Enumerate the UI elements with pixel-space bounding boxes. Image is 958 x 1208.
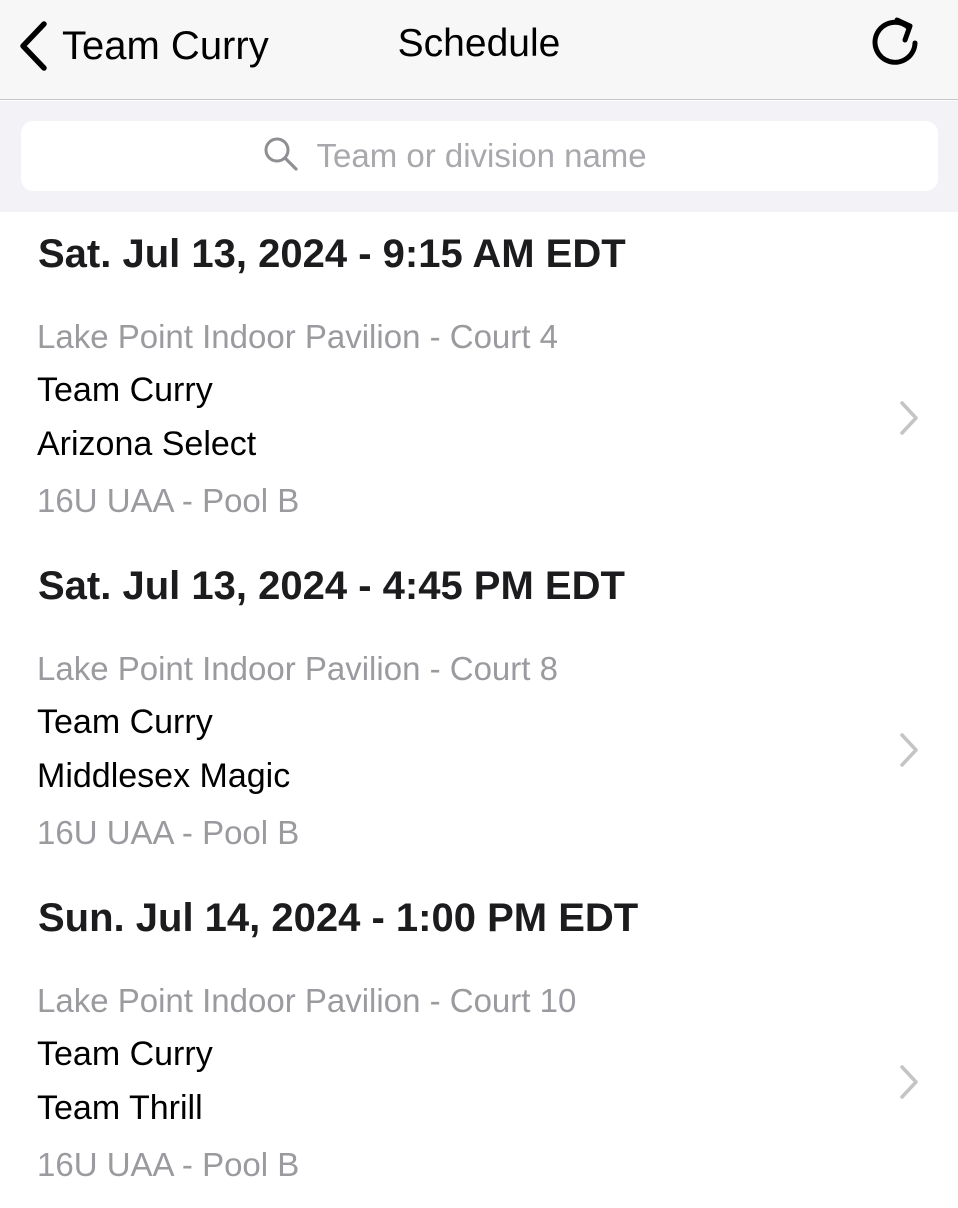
game-division: 16U UAA - Pool B <box>37 814 300 851</box>
schedule-list: Sat. Jul 13, 2024 - 9:15 AM EDT Lake Poi… <box>0 212 958 1208</box>
chevron-right-icon <box>898 400 920 441</box>
game-team-away: Team Thrill <box>37 1089 203 1127</box>
game-location: Lake Point Indoor Pavilion - Court 10 <box>37 982 577 1019</box>
search-input[interactable] <box>316 137 697 175</box>
page-title: Schedule <box>397 22 561 65</box>
game-row[interactable]: Sat. Jul 13, 2024 - 4:45 PM EDT Lake Poi… <box>0 544 958 876</box>
search-bar[interactable] <box>21 121 938 191</box>
chevron-right-icon <box>898 732 920 773</box>
game-team-away: Arizona Select <box>37 425 257 463</box>
back-button[interactable]: Team Curry <box>18 18 269 74</box>
back-button-label: Team Curry <box>62 23 269 68</box>
refresh-icon <box>866 17 924 76</box>
game-row[interactable]: Sun. Jul 14, 2024 - 1:00 PM EDT Lake Poi… <box>0 876 958 1208</box>
chevron-right-icon <box>898 1064 920 1105</box>
search-area <box>0 101 958 212</box>
navigation-bar: Team Curry Schedule <box>0 0 958 100</box>
game-location: Lake Point Indoor Pavilion - Court 4 <box>37 318 558 355</box>
game-team-home: Team Curry <box>37 371 213 409</box>
game-datetime: Sun. Jul 14, 2024 - 1:00 PM EDT <box>38 896 639 940</box>
game-team-home: Team Curry <box>37 703 213 741</box>
game-location: Lake Point Indoor Pavilion - Court 8 <box>37 650 558 687</box>
game-division: 16U UAA - Pool B <box>37 482 300 519</box>
game-datetime: Sat. Jul 13, 2024 - 9:15 AM EDT <box>38 232 626 276</box>
game-team-home: Team Curry <box>37 1035 213 1073</box>
game-division: 16U UAA - Pool B <box>37 1146 300 1183</box>
chevron-left-icon <box>18 20 48 72</box>
game-datetime: Sat. Jul 13, 2024 - 4:45 PM EDT <box>38 564 625 608</box>
game-team-away: Middlesex Magic <box>37 757 291 795</box>
refresh-button[interactable] <box>866 14 924 72</box>
game-row[interactable]: Sat. Jul 13, 2024 - 9:15 AM EDT Lake Poi… <box>0 212 958 544</box>
search-icon <box>263 136 317 177</box>
